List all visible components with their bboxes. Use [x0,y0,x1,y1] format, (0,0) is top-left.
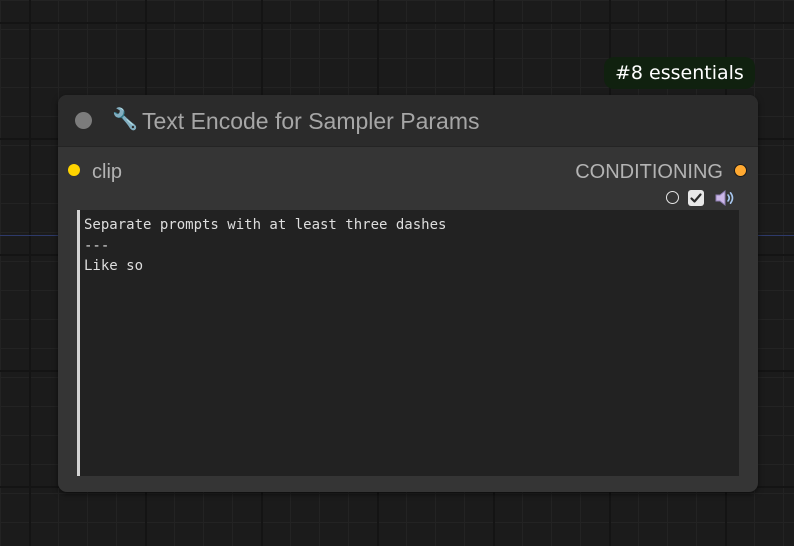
clip-input-label: clip [92,161,123,183]
node-badge: #8 essentials [604,57,755,89]
collapse-dot-icon[interactable] [75,112,92,129]
wrench-icon: 🔧 [112,108,139,131]
prompt-textarea[interactable]: Separate prompts with at least three das… [77,210,739,476]
widget-toolbar [666,189,746,208]
circle-icon[interactable] [666,191,679,204]
speaker-icon[interactable] [714,189,736,207]
node-title: Text Encode for Sampler Params [142,108,480,134]
checkbox-icon[interactable] [688,190,704,206]
conditioning-output-slot[interactable] [734,164,747,177]
clip-input-slot[interactable] [68,164,80,176]
conditioning-output-label: CONDITIONING [575,161,723,183]
text-encode-node[interactable]: 🔧 Text Encode for Sampler Params clip CO… [58,95,758,492]
link-wire-right [756,235,794,236]
node-title-bar[interactable]: 🔧 Text Encode for Sampler Params [58,95,758,147]
link-wire-left [0,235,60,236]
